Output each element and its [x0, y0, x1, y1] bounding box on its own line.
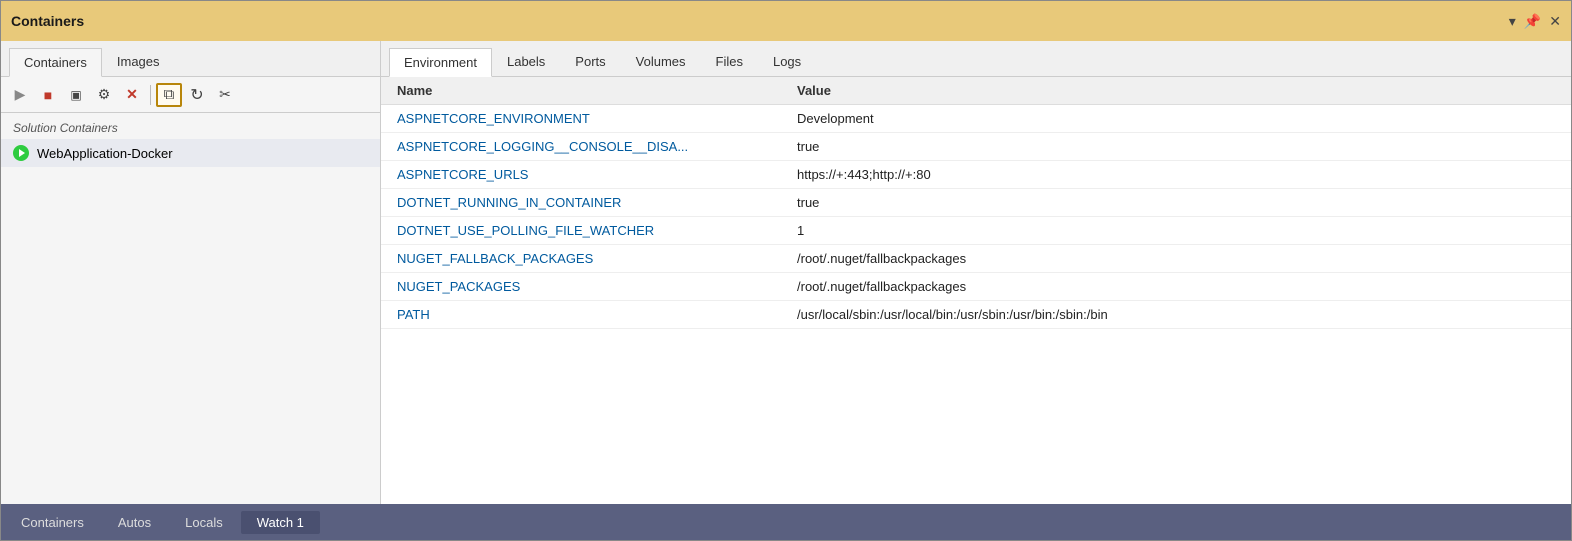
table-row: NUGET_PACKAGES /root/.nuget/fallbackpack…: [381, 273, 1571, 301]
bottom-tab-watch1[interactable]: Watch 1: [241, 511, 320, 534]
running-icon: [13, 145, 29, 161]
env-name-cell: NUGET_FALLBACK_PACKAGES: [381, 245, 781, 273]
table-row: PATH /usr/local/sbin:/usr/local/bin:/usr…: [381, 301, 1571, 329]
env-name-cell: ASPNETCORE_URLS: [381, 161, 781, 189]
terminal-button[interactable]: ▣: [63, 83, 89, 107]
tab-images[interactable]: Images: [102, 47, 175, 76]
start-button[interactable]: ▶: [7, 83, 33, 107]
main-content: Containers Images ▶ ■ ▣ ⚙ ✕ ⧉ ↻ ✂ Soluti…: [1, 41, 1571, 504]
env-value-cell: true: [781, 189, 1571, 217]
environment-table-container: Name Value ASPNETCORE_ENVIRONMENT Develo…: [381, 77, 1571, 504]
close-icon[interactable]: ✕: [1549, 13, 1561, 30]
bottom-tab-locals[interactable]: Locals: [169, 511, 239, 534]
table-row: ASPNETCORE_LOGGING__CONSOLE__DISA... tru…: [381, 133, 1571, 161]
env-name-cell: ASPNETCORE_ENVIRONMENT: [381, 105, 781, 133]
env-value-cell: /root/.nuget/fallbackpackages: [781, 245, 1571, 273]
environment-table: Name Value ASPNETCORE_ENVIRONMENT Develo…: [381, 77, 1571, 329]
left-tabs: Containers Images: [1, 41, 380, 77]
env-name-cell: DOTNET_USE_POLLING_FILE_WATCHER: [381, 217, 781, 245]
table-row: NUGET_FALLBACK_PACKAGES /root/.nuget/fal…: [381, 245, 1571, 273]
table-row: ASPNETCORE_ENVIRONMENT Development: [381, 105, 1571, 133]
copy-button[interactable]: ⧉: [156, 83, 182, 107]
title-bar: Containers ▾ 📌 ✕: [1, 1, 1571, 41]
env-value-cell: /root/.nuget/fallbackpackages: [781, 273, 1571, 301]
refresh-button[interactable]: ↻: [184, 83, 210, 107]
env-value-cell: 1: [781, 217, 1571, 245]
tab-files[interactable]: Files: [701, 47, 758, 76]
left-panel: Containers Images ▶ ■ ▣ ⚙ ✕ ⧉ ↻ ✂ Soluti…: [1, 41, 381, 504]
bottom-tab-autos[interactable]: Autos: [102, 511, 167, 534]
tab-ports[interactable]: Ports: [560, 47, 620, 76]
tab-logs[interactable]: Logs: [758, 47, 816, 76]
table-row: ASPNETCORE_URLS https://+:443;http://+:8…: [381, 161, 1571, 189]
env-value-cell: /usr/local/sbin:/usr/local/bin:/usr/sbin…: [781, 301, 1571, 329]
env-name-cell: DOTNET_RUNNING_IN_CONTAINER: [381, 189, 781, 217]
table-header-row: Name Value: [381, 77, 1571, 105]
main-window: Containers ▾ 📌 ✕ Containers Images ▶ ■ ▣…: [0, 0, 1572, 541]
right-tabs: Environment Labels Ports Volumes Files L…: [381, 41, 1571, 77]
delete-button[interactable]: ✕: [119, 83, 145, 107]
tab-containers[interactable]: Containers: [9, 48, 102, 77]
dropdown-icon[interactable]: ▾: [1509, 13, 1516, 30]
toolbar: ▶ ■ ▣ ⚙ ✕ ⧉ ↻ ✂: [1, 77, 380, 113]
col-value-header: Value: [781, 77, 1571, 105]
env-value-cell: true: [781, 133, 1571, 161]
right-panel: Environment Labels Ports Volumes Files L…: [381, 41, 1571, 504]
table-row: DOTNET_RUNNING_IN_CONTAINER true: [381, 189, 1571, 217]
env-name-cell: PATH: [381, 301, 781, 329]
env-name-cell: NUGET_PACKAGES: [381, 273, 781, 301]
tab-volumes[interactable]: Volumes: [621, 47, 701, 76]
container-name: WebApplication-Docker: [37, 146, 173, 161]
title-bar-controls: ▾ 📌 ✕: [1509, 13, 1561, 30]
tab-environment[interactable]: Environment: [389, 48, 492, 77]
col-name-header: Name: [381, 77, 781, 105]
toolbar-separator-1: [150, 85, 151, 105]
table-row: DOTNET_USE_POLLING_FILE_WATCHER 1: [381, 217, 1571, 245]
bottom-bar: Containers Autos Locals Watch 1: [1, 504, 1571, 540]
bottom-tab-containers[interactable]: Containers: [5, 511, 100, 534]
window-title: Containers: [11, 13, 84, 29]
tab-labels[interactable]: Labels: [492, 47, 560, 76]
cut-button[interactable]: ✂: [212, 83, 238, 107]
env-name-cell: ASPNETCORE_LOGGING__CONSOLE__DISA...: [381, 133, 781, 161]
env-value-cell: Development: [781, 105, 1571, 133]
settings-button[interactable]: ⚙: [91, 83, 117, 107]
section-label: Solution Containers: [1, 113, 380, 139]
stop-button[interactable]: ■: [35, 83, 61, 107]
env-value-cell: https://+:443;http://+:80: [781, 161, 1571, 189]
container-item-webapplication[interactable]: WebApplication-Docker: [1, 139, 380, 167]
pin-icon[interactable]: 📌: [1524, 13, 1541, 30]
